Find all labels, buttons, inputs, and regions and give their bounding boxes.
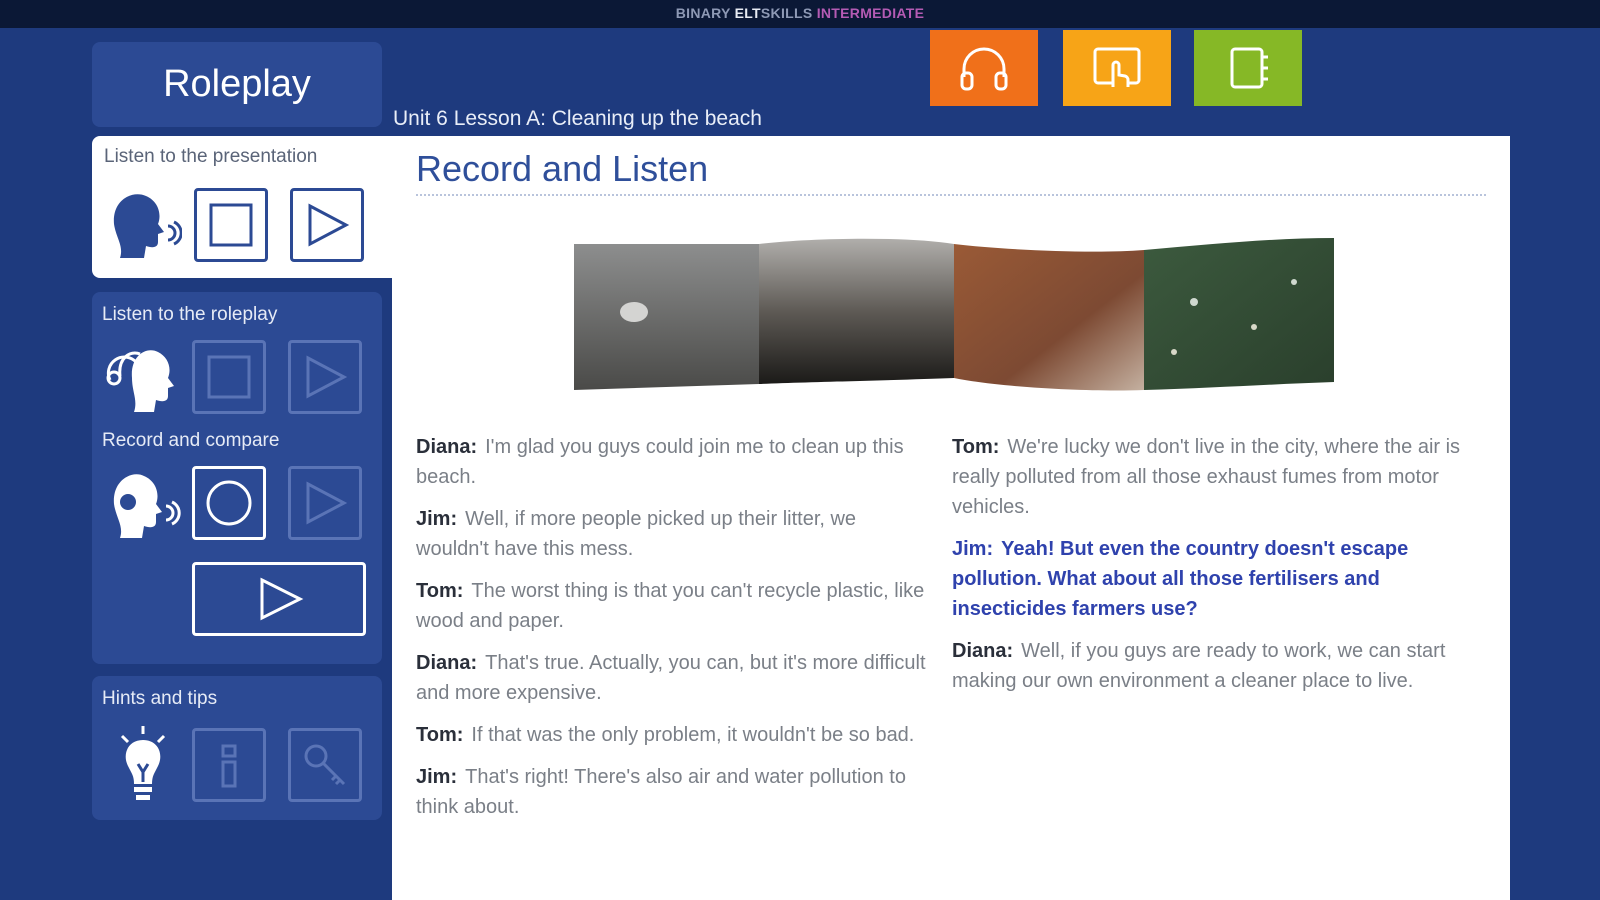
speaker-name: Diana: (416, 436, 478, 458)
notebook-icon (1230, 47, 1268, 89)
notebook-button[interactable] (1194, 30, 1302, 106)
play-icon (308, 203, 350, 247)
dialogue-line: Diana: Well, if you guys are ready to wor… (952, 636, 1472, 696)
presentation-panel: Listen to the presentation (92, 136, 392, 278)
dialogue-text: That's right! There's also air and water… (416, 766, 906, 818)
dialogue-line: Diana: That's true. Actually, you can, bu… (416, 648, 928, 708)
pollution-photo-banner (574, 238, 1334, 391)
record-button[interactable] (192, 466, 266, 540)
roleplay-panel: Listen to the roleplay Record and compar… (92, 292, 382, 664)
dialogue-line: Jim: Well, if more people picked up their… (416, 504, 928, 564)
dialogue-right-column: Tom: We're lucky we don't live in the cit… (952, 432, 1472, 708)
dialogue-left-column: Diana: I'm glad you guys could join me to… (416, 432, 928, 834)
info-icon (221, 744, 237, 788)
dialogue-text: Yeah! But even the country doesn't escap… (952, 538, 1409, 620)
key-icon (304, 744, 346, 786)
content-panel: Record and Listen Diana: I'm glad you guy… (392, 136, 1510, 900)
brand-part-binary: BINARY (675, 5, 735, 21)
speaker-name: Tom: (416, 724, 464, 746)
speaker-name: Diana: (952, 640, 1014, 662)
speaker-name: Jim: (416, 508, 458, 530)
hints-label: Hints and tips (102, 688, 218, 709)
dialogue-line: Diana: I'm glad you guys could join me to… (416, 432, 928, 492)
dialogue-line: Tom: We're lucky we don't live in the cit… (952, 432, 1472, 522)
record-icon (206, 480, 252, 526)
headphones-icon (960, 47, 1008, 91)
hints-panel: Hints and tips (92, 676, 382, 820)
roleplay-label: Listen to the roleplay (102, 304, 278, 325)
speaker-name: Tom: (416, 580, 464, 602)
dialogue-line-highlighted: Jim: Yeah! But even the country doesn't e… (952, 534, 1472, 624)
play-all-button[interactable] (192, 562, 366, 636)
speaker-name: Diana: (416, 652, 478, 674)
speaker-name: Tom: (952, 436, 1000, 458)
headphones-button[interactable] (930, 30, 1038, 106)
brand-part-skills: SKILLS (760, 5, 817, 21)
dialogue-text: Well, if more people picked up their lit… (416, 508, 857, 560)
brand-part-elt: ELT (734, 5, 761, 21)
record-label: Record and compare (102, 430, 280, 451)
presentation-stop-button[interactable] (194, 188, 268, 262)
roleplay-title: Roleplay (92, 42, 382, 127)
dialogue-text: Well, if you guys are ready to work, we … (952, 640, 1446, 692)
presentation-label: Listen to the presentation (104, 146, 318, 167)
dialogue-text: I'm glad you guys could join me to clean… (416, 436, 904, 488)
play-icon (260, 577, 304, 621)
brand-part-level: INTERMEDIATE (816, 5, 925, 21)
lightbulb-icon (110, 724, 176, 804)
recording-head-icon (102, 466, 182, 542)
touch-button[interactable] (1063, 30, 1171, 106)
dialogue-text: We're lucky we don't live in the city, w… (952, 436, 1461, 518)
play-icon (306, 355, 348, 399)
page-title: Record and Listen (416, 148, 709, 189)
compare-play-button[interactable] (288, 466, 362, 540)
touch-icon (1093, 47, 1141, 87)
speaker-name: Jim: (952, 538, 994, 560)
unit-title: Unit 6 Lesson A: Cleaning up the beach (393, 107, 762, 130)
play-icon (306, 481, 348, 525)
speaker-name: Jim: (416, 766, 458, 788)
dialogue-line: Tom: The worst thing is that you can't re… (416, 576, 928, 636)
roleplay-stop-button[interactable] (192, 340, 266, 414)
dialogue-line: Tom: If that was the only problem, it wou… (416, 720, 928, 750)
roleplay-play-button[interactable] (288, 340, 362, 414)
info-button[interactable] (192, 728, 266, 802)
dialogue-text: If that was the only problem, it wouldn'… (471, 724, 915, 746)
top-bar: BINARY ELTSKILLS INTERMEDIATE (0, 0, 1600, 28)
stop-icon (209, 203, 253, 247)
dialogue-text: The worst thing is that you can't recycl… (416, 580, 925, 632)
dialogue-text: That's true. Actually, you can, but it's… (416, 652, 926, 704)
speaker-head-icon (106, 186, 182, 262)
dialogue-line: Jim: That's right! There's also air and w… (416, 762, 928, 822)
headset-heads-icon (102, 340, 182, 416)
brand-logo: BINARY ELTSKILLS INTERMEDIATE (676, 5, 925, 21)
stop-icon (207, 355, 251, 399)
presentation-play-button[interactable] (290, 188, 364, 262)
title-divider (416, 194, 1486, 196)
key-button[interactable] (288, 728, 362, 802)
